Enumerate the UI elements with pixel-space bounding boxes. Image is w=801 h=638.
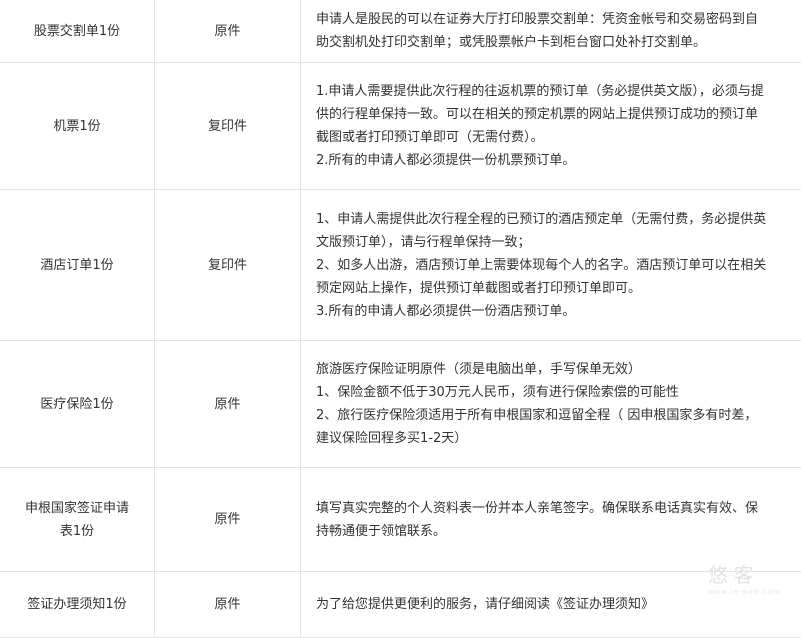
- description-line: 1、申请人需提供此次行程全程的已预订的酒店预定单（无需付费，务必提供英: [316, 208, 795, 231]
- table-row: 机票1份 复印件 1.申请人需要提供此次行程的往返机票的预订单（务必提供英文版）…: [0, 63, 801, 190]
- description-cell: 旅游医疗保险证明原件（须是电脑出单，手写保单无效） 1、保险金额不低于30万元人…: [301, 341, 801, 468]
- item-line: 申根国家签证申请: [6, 497, 148, 520]
- type-cell: 复印件: [155, 63, 301, 190]
- table-row: 申根国家签证申请 表1份 原件 填写真实完整的个人资料表一份并本人亲笔签字。确保…: [0, 468, 801, 572]
- description-line: 为了给您提供更便利的服务，请仔细阅读《签证办理须知》: [316, 593, 795, 616]
- description-line: 2、如多人出游，酒店预订单上需要体现每个人的名字。酒店预订单可以在相关: [316, 254, 795, 277]
- description-line: 助交割机处打印交割单；或凭股票帐户卡到柜台窗口处补打交割单。: [316, 31, 795, 54]
- item-cell: 机票1份: [0, 63, 155, 190]
- item-line: 表1份: [6, 520, 148, 543]
- description-cell: 申请人是股民的可以在证券大厅打印股票交割单：凭资金帐号和交易密码到自 助交割机处…: [301, 0, 801, 63]
- description-line: 1、保险金额不低于30万元人民币，须有进行保险索偿的可能性: [316, 381, 795, 404]
- description-cell: 为了给您提供更便利的服务，请仔细阅读《签证办理须知》: [301, 572, 801, 638]
- description-line: 2.所有的申请人都必须提供一份机票预订单。: [316, 149, 795, 172]
- type-cell: 复印件: [155, 190, 301, 341]
- item-cell: 申根国家签证申请 表1份: [0, 468, 155, 572]
- description-line: 2、旅行医疗保险须适用于所有申根国家和逗留全程（ 因申根国家多有时差，: [316, 404, 795, 427]
- description-line: 1.申请人需要提供此次行程的往返机票的预订单（务必提供英文版），必须与提: [316, 80, 795, 103]
- visa-documents-table: 股票交割单1份 原件 申请人是股民的可以在证券大厅打印股票交割单：凭资金帐号和交…: [0, 0, 801, 638]
- description-line: 填写真实完整的个人资料表一份并本人亲笔签字。确保联系电话真实有效、保: [316, 497, 795, 520]
- item-cell: 酒店订单1份: [0, 190, 155, 341]
- description-cell: 填写真实完整的个人资料表一份并本人亲笔签字。确保联系电话真实有效、保 持畅通便于…: [301, 468, 801, 572]
- description-line: 申请人是股民的可以在证券大厅打印股票交割单：凭资金帐号和交易密码到自: [316, 8, 795, 31]
- description-line: 预定网站上操作，提供预订单截图或者打印预订单即可。: [316, 277, 795, 300]
- description-line: 供的行程单保持一致。可以在相关的预定机票的网站上提供预订成功的预订单: [316, 103, 795, 126]
- type-cell: 原件: [155, 341, 301, 468]
- description-line: 持畅通便于领馆联系。: [316, 520, 795, 543]
- table-row: 酒店订单1份 复印件 1、申请人需提供此次行程全程的已预订的酒店预定单（无需付费…: [0, 190, 801, 341]
- description-line: 建议保险回程多买1-2天）: [316, 427, 795, 450]
- description-line: 3.所有的申请人都必须提供一份酒店预订单。: [316, 300, 795, 323]
- description-line: 旅游医疗保险证明原件（须是电脑出单，手写保单无效）: [316, 358, 795, 381]
- table-row: 签证办理须知1份 原件 为了给您提供更便利的服务，请仔细阅读《签证办理须知》: [0, 572, 801, 638]
- table-row: 医疗保险1份 原件 旅游医疗保险证明原件（须是电脑出单，手写保单无效） 1、保险…: [0, 341, 801, 468]
- type-cell: 原件: [155, 572, 301, 638]
- item-cell: 股票交割单1份: [0, 0, 155, 63]
- item-cell: 签证办理须知1份: [0, 572, 155, 638]
- type-cell: 原件: [155, 468, 301, 572]
- description-line: 文版预订单），请与行程单保持一致；: [316, 231, 795, 254]
- description-line: 截图或者打印预订单即可（无需付费）。: [316, 126, 795, 149]
- description-cell: 1、申请人需提供此次行程全程的已预订的酒店预定单（无需付费，务必提供英 文版预订…: [301, 190, 801, 341]
- table-row: 股票交割单1份 原件 申请人是股民的可以在证券大厅打印股票交割单：凭资金帐号和交…: [0, 0, 801, 63]
- type-cell: 原件: [155, 0, 301, 63]
- description-cell: 1.申请人需要提供此次行程的往返机票的预订单（务必提供英文版），必须与提 供的行…: [301, 63, 801, 190]
- item-cell: 医疗保险1份: [0, 341, 155, 468]
